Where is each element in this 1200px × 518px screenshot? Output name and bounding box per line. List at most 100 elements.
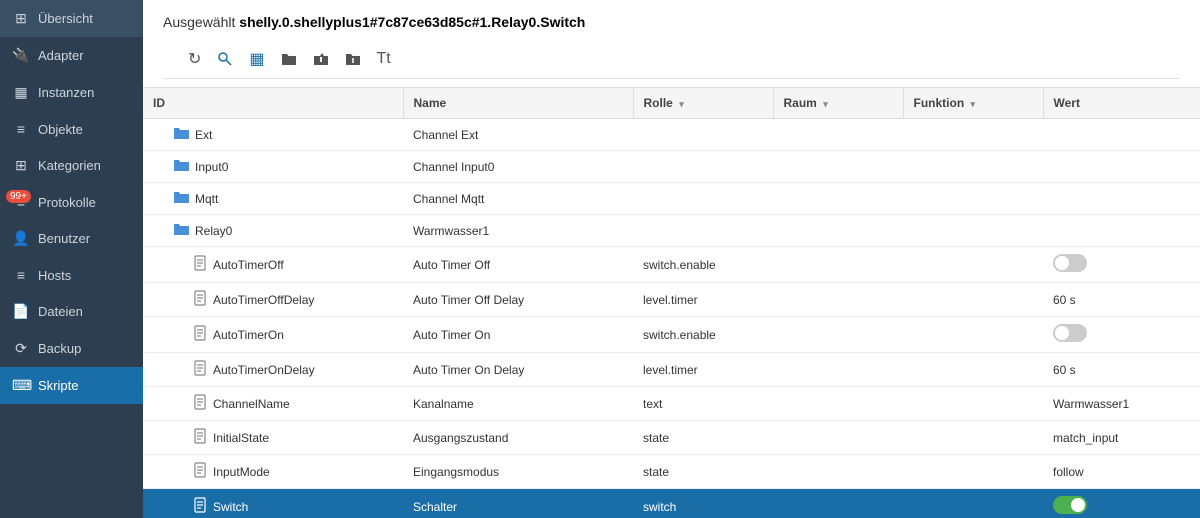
grid-icon: ⊞ bbox=[12, 10, 30, 27]
row-id-text: Switch bbox=[213, 500, 248, 514]
cell-name: Channel Input0 bbox=[403, 151, 633, 183]
sidebar-item-skripte[interactable]: ⌨ Skripte bbox=[0, 367, 143, 404]
table-row[interactable]: Ext Channel Ext bbox=[143, 119, 1200, 151]
cell-name: Auto Timer Off bbox=[403, 247, 633, 283]
cell-id: Ext bbox=[143, 119, 403, 151]
cell-rolle: text bbox=[633, 387, 773, 421]
toggle-switch[interactable] bbox=[1053, 254, 1087, 272]
sidebar-item-benutzer[interactable]: 👤 Benutzer bbox=[0, 220, 143, 257]
sidebar-item-protokolle[interactable]: 99+ ≡ Protokolle bbox=[0, 184, 143, 220]
refresh-button[interactable]: ↻ bbox=[183, 46, 206, 72]
folder-icon bbox=[173, 158, 189, 175]
cell-wert bbox=[1043, 317, 1200, 353]
sidebar-item-hosts[interactable]: ≡ Hosts bbox=[0, 257, 143, 293]
cell-id: Mqtt bbox=[143, 183, 403, 215]
toolbar: ↻ ▦ Tt bbox=[163, 40, 1180, 79]
cell-raum bbox=[773, 489, 903, 518]
cell-funktion bbox=[903, 387, 1043, 421]
table-row[interactable]: AutoTimerOn Auto Timer On switch.enable bbox=[143, 317, 1200, 353]
format-button[interactable]: Tt bbox=[372, 47, 396, 71]
data-table: ID Name Rolle ▾ Raum ▾ Funktion bbox=[143, 88, 1200, 518]
backup-icon: ⟳ bbox=[12, 340, 30, 357]
col-raum[interactable]: Raum ▾ bbox=[773, 88, 903, 119]
row-id-text: Relay0 bbox=[195, 224, 232, 238]
table-row[interactable]: AutoTimerOffDelay Auto Timer Off Delay l… bbox=[143, 283, 1200, 317]
cell-wert-text: 60 s bbox=[1053, 363, 1076, 377]
sidebar-item-instanzen[interactable]: ▦ Instanzen bbox=[0, 74, 143, 111]
sidebar-item-ubersicht[interactable]: ⊞ Übersicht bbox=[0, 0, 143, 37]
page-title: Ausgewählt shelly.0.shellyplus1#7c87ce63… bbox=[163, 14, 1180, 30]
cell-funktion bbox=[903, 283, 1043, 317]
table-row[interactable]: AutoTimerOff Auto Timer Off switch.enabl… bbox=[143, 247, 1200, 283]
table-row[interactable]: Mqtt Channel Mqtt bbox=[143, 183, 1200, 215]
cell-rolle bbox=[633, 151, 773, 183]
sidebar-item-backup[interactable]: ⟳ Backup bbox=[0, 330, 143, 367]
sidebar-item-adapter[interactable]: 🔌 Adapter bbox=[0, 37, 143, 74]
table-row[interactable]: InputMode Eingangsmodus state follow bbox=[143, 455, 1200, 489]
table-row[interactable]: AutoTimerOnDelay Auto Timer On Delay lev… bbox=[143, 353, 1200, 387]
cell-rolle bbox=[633, 215, 773, 247]
row-id-text: InitialState bbox=[213, 431, 269, 445]
cell-funktion bbox=[903, 317, 1043, 353]
table-row[interactable]: ChannelName Kanalname text Warmwasser1 bbox=[143, 387, 1200, 421]
cell-raum bbox=[773, 215, 903, 247]
cell-id: InitialState bbox=[143, 421, 403, 455]
cell-raum bbox=[773, 387, 903, 421]
toggle-switch[interactable] bbox=[1053, 324, 1087, 342]
user-icon: 👤 bbox=[12, 230, 30, 247]
cell-raum bbox=[773, 183, 903, 215]
file-icon bbox=[193, 428, 207, 447]
cell-funktion bbox=[903, 183, 1043, 215]
cell-funktion bbox=[903, 455, 1043, 489]
data-table-container: ID Name Rolle ▾ Raum ▾ Funktion bbox=[143, 88, 1200, 518]
table-row[interactable]: Relay0 Warmwasser1 bbox=[143, 215, 1200, 247]
toggle-switch[interactable] bbox=[1053, 496, 1087, 514]
key-button[interactable] bbox=[212, 48, 238, 70]
file-icon bbox=[193, 360, 207, 379]
row-id-text: Mqtt bbox=[195, 192, 218, 206]
selected-prefix: Ausgewählt bbox=[163, 14, 239, 30]
cell-wert bbox=[1043, 247, 1200, 283]
cell-name: Kanalname bbox=[403, 387, 633, 421]
file-icon bbox=[193, 462, 207, 481]
upload-button[interactable] bbox=[308, 49, 334, 69]
adapter-icon: 🔌 bbox=[12, 47, 30, 64]
cell-rolle: level.timer bbox=[633, 353, 773, 387]
sidebar-item-kategorien[interactable]: ⊞ Kategorien bbox=[0, 147, 143, 184]
main-content: Ausgewählt shelly.0.shellyplus1#7c87ce63… bbox=[143, 0, 1200, 518]
col-rolle[interactable]: Rolle ▾ bbox=[633, 88, 773, 119]
sidebar-item-dateien[interactable]: 📄 Dateien bbox=[0, 293, 143, 330]
cell-rolle: switch bbox=[633, 489, 773, 518]
file-icon bbox=[193, 394, 207, 413]
folder1-button[interactable] bbox=[276, 49, 302, 69]
col-funktion[interactable]: Funktion ▾ bbox=[903, 88, 1043, 119]
folder2-button[interactable] bbox=[340, 49, 366, 69]
row-id-text: AutoTimerOffDelay bbox=[213, 293, 314, 307]
file-icon bbox=[193, 497, 207, 516]
sidebar-item-objekte[interactable]: ≡ Objekte bbox=[0, 111, 143, 147]
cell-funktion bbox=[903, 247, 1043, 283]
table-row[interactable]: InitialState Ausgangszustand state match… bbox=[143, 421, 1200, 455]
table-row[interactable]: Input0 Channel Input0 bbox=[143, 151, 1200, 183]
file-icon bbox=[193, 290, 207, 309]
chart-button[interactable]: ▦ bbox=[244, 46, 269, 72]
cell-wert-text: 60 s bbox=[1053, 293, 1076, 307]
cell-name: Warmwasser1 bbox=[403, 215, 633, 247]
cell-raum bbox=[773, 247, 903, 283]
table-row[interactable]: Switch Schalter switch bbox=[143, 489, 1200, 518]
cell-wert: 60 s bbox=[1043, 353, 1200, 387]
cell-rolle bbox=[633, 119, 773, 151]
selected-path: shelly.0.shellyplus1#7c87ce63d85c#1.Rela… bbox=[239, 14, 585, 30]
categories-icon: ⊞ bbox=[12, 157, 30, 174]
row-id-text: Ext bbox=[195, 128, 212, 142]
folder-icon bbox=[173, 222, 189, 239]
cell-funktion bbox=[903, 353, 1043, 387]
files-icon: 📄 bbox=[12, 303, 30, 320]
scripts-icon: ⌨ bbox=[12, 377, 30, 394]
sidebar-label: Benutzer bbox=[38, 231, 90, 246]
funktion-sort-icon: ▾ bbox=[971, 99, 976, 109]
sidebar-label: Instanzen bbox=[38, 85, 94, 100]
cell-rolle: switch.enable bbox=[633, 247, 773, 283]
hosts-icon: ≡ bbox=[12, 267, 30, 283]
cell-name: Auto Timer On bbox=[403, 317, 633, 353]
